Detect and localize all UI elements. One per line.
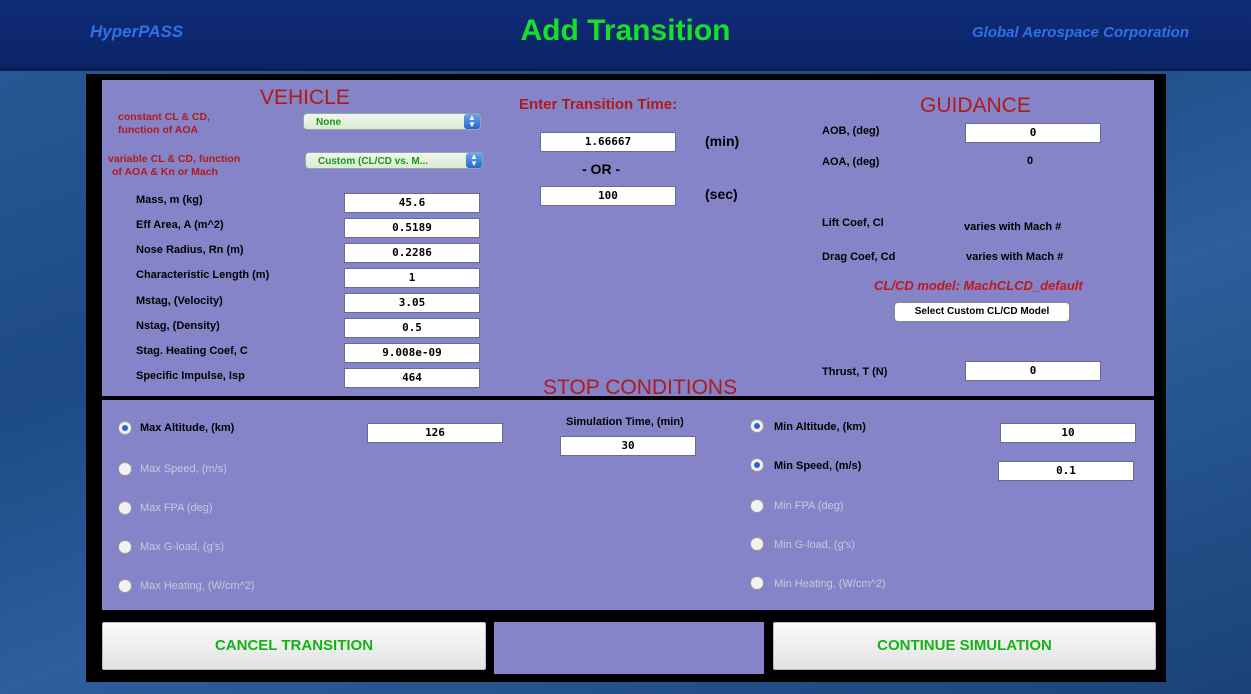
var-cl-cd-label-1: variable CL & CD, function [108, 153, 241, 165]
select-custom-model-button[interactable]: Select Custom CL/CD Model [894, 302, 1070, 322]
min-unit-label: (min) [705, 133, 740, 149]
max-fpa-radio[interactable] [118, 501, 132, 515]
thrust-field[interactable]: 0 [965, 361, 1101, 381]
max-speed-label: Max Speed, (m/s) [140, 463, 227, 475]
heating-coef-field[interactable]: 9.008e-09 [344, 343, 480, 363]
eff-area-field[interactable]: 0.5189 [344, 218, 480, 238]
bottom-spacer-panel [494, 622, 764, 674]
min-fpa-radio[interactable] [750, 499, 764, 513]
guidance-title: GUIDANCE [920, 94, 1031, 117]
nstag-label: Nstag, (Density) [136, 320, 220, 332]
sim-time-label: Simulation Time, (min) [566, 416, 684, 428]
aoa-value: 0 [1027, 155, 1034, 167]
thrust-label: Thrust, T (N) [822, 366, 888, 378]
nstag-field[interactable]: 0.5 [344, 318, 480, 338]
company-name: Global Aerospace Corporation [972, 24, 1189, 41]
divider-right [760, 396, 1154, 400]
nose-radius-field[interactable]: 0.2286 [344, 243, 480, 263]
min-gload-label: Min G-load, (g's) [774, 539, 855, 551]
lift-coef-label: Lift Coef, Cl [822, 217, 884, 229]
isp-field[interactable]: 464 [344, 368, 480, 388]
const-cl-cd-label-2: function of AOA [118, 124, 199, 136]
min-speed-field[interactable]: 0.1 [998, 461, 1134, 481]
min-heating-radio[interactable] [750, 576, 764, 590]
aoa-label: AOA, (deg) [822, 156, 880, 168]
drag-coef-value: varies with Mach # [966, 251, 1064, 263]
min-gload-radio[interactable] [750, 537, 764, 551]
const-cl-cd-label-1: constant CL & CD, [118, 111, 210, 123]
sim-time-field[interactable]: 30 [560, 436, 696, 456]
const-cl-cd-select[interactable]: None ▲ ▼ [303, 113, 481, 130]
isp-label: Specific Impulse, Isp [136, 370, 245, 382]
char-length-label: Characteristic Length (m) [136, 269, 270, 281]
aob-field[interactable]: 0 [965, 123, 1101, 143]
drag-coef-label: Drag Coef, Cd [822, 251, 896, 263]
stop-conditions-panel [102, 400, 1154, 610]
lift-coef-value: varies with Mach # [964, 221, 1062, 233]
heating-coef-label: Stag. Heating Coef, C [136, 345, 248, 357]
min-altitude-radio[interactable] [750, 419, 764, 433]
transition-title: Enter Transition Time: [519, 96, 678, 113]
min-speed-radio[interactable] [750, 458, 764, 472]
sec-unit-label: (sec) [705, 186, 738, 202]
divider-left [102, 396, 484, 400]
mstag-field[interactable]: 3.05 [344, 293, 480, 313]
max-heating-radio[interactable] [118, 579, 132, 593]
max-altitude-field[interactable]: 126 [367, 423, 503, 443]
vehicle-title: VEHICLE [260, 86, 350, 109]
const-cl-cd-select-value: None [316, 117, 341, 128]
var-cl-cd-label-2: of AOA & Kn or Mach [112, 166, 218, 178]
or-label: - OR - [582, 161, 621, 177]
max-altitude-label: Max Altitude, (km) [140, 422, 235, 434]
chevron-updown-icon: ▲ ▼ [466, 153, 482, 168]
max-speed-radio[interactable] [118, 462, 132, 476]
cancel-transition-button[interactable]: CANCEL TRANSITION [102, 622, 486, 670]
stop-conditions-title: STOP CONDITIONS [543, 376, 738, 399]
char-length-field[interactable]: 1 [344, 268, 480, 288]
min-altitude-label: Min Altitude, (km) [774, 421, 866, 433]
eff-area-label: Eff Area, A (m^2) [136, 219, 224, 231]
min-heating-label: Min Heating, (W/cm^2) [774, 578, 886, 590]
max-fpa-label: Max FPA (deg) [140, 502, 213, 514]
chevron-updown-icon: ▲ ▼ [464, 114, 480, 129]
transition-min-field[interactable]: 1.66667 [540, 132, 676, 152]
max-heating-label: Max Heating, (W/cm^2) [140, 580, 255, 592]
mass-label: Mass, m (kg) [136, 194, 203, 206]
header-bar: HyperPASS Add Transition Global Aerospac… [0, 0, 1251, 71]
mass-field[interactable]: 45.6 [344, 193, 480, 213]
min-speed-label: Min Speed, (m/s) [774, 460, 862, 472]
max-altitude-radio[interactable] [118, 421, 132, 435]
transition-sec-field[interactable]: 100 [540, 186, 676, 206]
var-cl-cd-select[interactable]: Custom (CL/CD vs. M... ▲ ▼ [305, 152, 483, 169]
var-cl-cd-select-value: Custom (CL/CD vs. M... [318, 156, 429, 167]
max-gload-radio[interactable] [118, 540, 132, 554]
aob-label: AOB, (deg) [822, 125, 880, 137]
mstag-label: Mstag, (Velocity) [136, 295, 223, 307]
cl-cd-model-label: CL/CD model: MachCLCD_default [874, 278, 1083, 293]
min-fpa-label: Min FPA (deg) [774, 500, 844, 512]
min-altitude-field[interactable]: 10 [1000, 423, 1136, 443]
max-gload-label: Max G-load, (g's) [140, 541, 225, 553]
nose-radius-label: Nose Radius, Rn (m) [136, 244, 244, 256]
continue-simulation-button[interactable]: CONTINUE SIMULATION [773, 622, 1156, 670]
